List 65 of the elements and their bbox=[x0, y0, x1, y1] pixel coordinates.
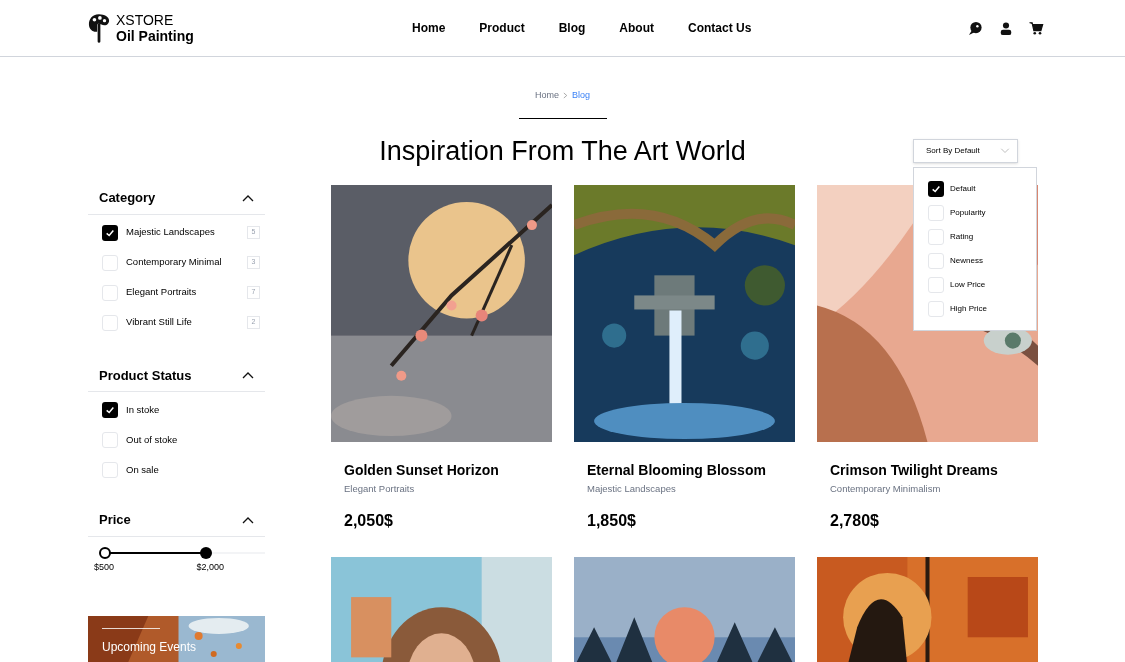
checkbox[interactable] bbox=[928, 301, 944, 317]
product-price: 2,780$ bbox=[830, 511, 880, 532]
checkbox[interactable] bbox=[102, 314, 118, 331]
product-category: Majestic Landscapes bbox=[587, 482, 677, 496]
product-title[interactable]: Crimson Twilight Dreams bbox=[830, 461, 1025, 479]
sort-option[interactable]: Popularity bbox=[950, 207, 986, 219]
user-icon[interactable] bbox=[999, 20, 1013, 36]
filter-option[interactable]: Out of stoke bbox=[126, 432, 260, 448]
sort-dropdown[interactable]: Sort By Default bbox=[913, 139, 1018, 163]
sort-option[interactable]: Rating bbox=[950, 231, 974, 243]
check-icon bbox=[931, 184, 941, 194]
chevron-icon bbox=[1000, 148, 1010, 154]
product-category: Elegant Portraits bbox=[344, 482, 416, 496]
checkbox[interactable] bbox=[102, 402, 118, 418]
chevron-icon bbox=[563, 92, 568, 100]
chat-bubble-icon[interactable] bbox=[968, 20, 983, 36]
check-icon bbox=[105, 227, 115, 238]
product-price: 1,850$ bbox=[587, 511, 637, 532]
filter-option[interactable]: Elegant Portraits bbox=[126, 285, 239, 300]
chevron-icon[interactable] bbox=[242, 193, 254, 202]
price-label: $2,000 bbox=[196, 560, 224, 574]
checkbox[interactable] bbox=[102, 462, 118, 478]
page-title: Inspiration From The Art World bbox=[379, 135, 746, 168]
sort-option[interactable]: Low Price bbox=[950, 279, 986, 291]
chevron-icon[interactable] bbox=[242, 515, 254, 524]
nav-link[interactable]: About bbox=[619, 19, 654, 37]
sort-option[interactable]: Newness bbox=[950, 255, 983, 267]
filter-option[interactable]: In stoke bbox=[126, 402, 260, 418]
filter-option[interactable]: Contemporary Minimal bbox=[126, 255, 239, 270]
sort-option[interactable]: Default bbox=[950, 183, 976, 195]
slider-handle[interactable] bbox=[99, 546, 111, 559]
sort-option[interactable]: High Price bbox=[950, 303, 987, 315]
product-price: 2,050$ bbox=[344, 511, 394, 532]
checkbox[interactable] bbox=[928, 253, 944, 269]
checkbox[interactable] bbox=[928, 277, 944, 293]
slider-handle[interactable] bbox=[199, 546, 212, 559]
checkbox[interactable] bbox=[928, 181, 944, 197]
logo-text: Oil Painting bbox=[116, 28, 194, 44]
checkbox[interactable] bbox=[102, 432, 118, 448]
nav-link[interactable]: Blog bbox=[558, 19, 586, 37]
product-category: Contemporary Minimalism bbox=[830, 482, 942, 496]
product-title[interactable]: Golden Sunset Horizon bbox=[344, 461, 539, 479]
breadcrumb-link[interactable]: Home bbox=[535, 89, 559, 103]
filter-heading: Product Status bbox=[99, 366, 192, 385]
nav-link[interactable]: Contact Us bbox=[688, 19, 752, 37]
checkbox[interactable] bbox=[928, 205, 944, 221]
chevron-icon[interactable] bbox=[242, 371, 254, 380]
filter-option[interactable]: On sale bbox=[126, 462, 260, 478]
product-title[interactable]: Eternal Blooming Blossom bbox=[587, 461, 782, 479]
breadcrumb-link[interactable]: Blog bbox=[572, 89, 590, 103]
logo-text: XSTORE bbox=[116, 12, 175, 28]
nav-link[interactable]: Home bbox=[412, 19, 446, 37]
filter-option[interactable]: Vibrant Still Life bbox=[126, 315, 239, 330]
check-icon bbox=[105, 405, 115, 415]
checkbox[interactable] bbox=[928, 229, 944, 245]
checkbox[interactable] bbox=[102, 284, 118, 301]
nav-link[interactable]: Product bbox=[479, 19, 525, 37]
cart-icon[interactable] bbox=[1029, 21, 1044, 35]
checkbox[interactable] bbox=[102, 254, 118, 271]
filter-heading: Price bbox=[99, 511, 131, 529]
price-label: $500 bbox=[94, 560, 115, 574]
filter-heading: Category bbox=[99, 189, 156, 207]
filter-option[interactable]: Majestic Landscapes bbox=[126, 225, 239, 240]
palette-brush-icon bbox=[88, 12, 110, 44]
checkbox[interactable] bbox=[102, 224, 118, 241]
